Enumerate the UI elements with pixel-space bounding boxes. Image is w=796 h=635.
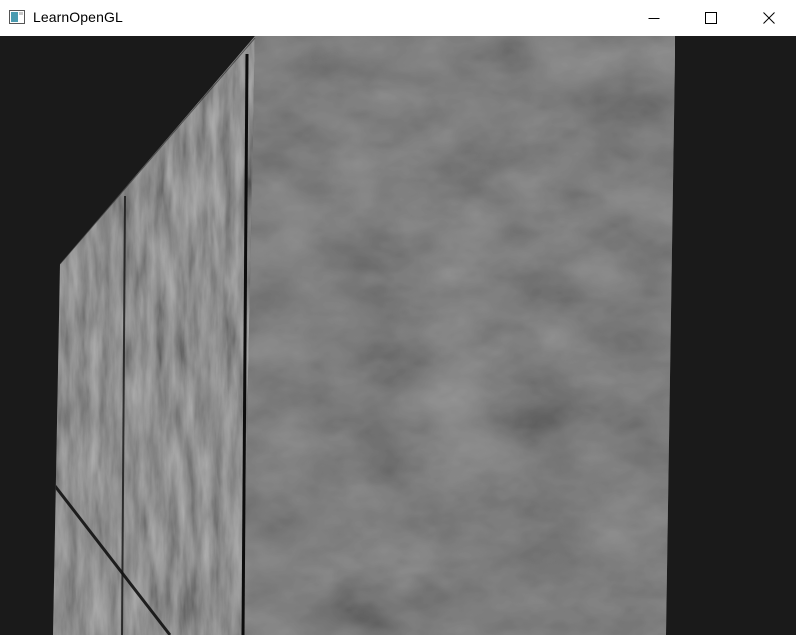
opengl-viewport[interactable] bbox=[0, 36, 796, 635]
maximize-icon bbox=[705, 12, 717, 24]
minimize-button[interactable] bbox=[625, 0, 683, 36]
opengl-window-icon bbox=[9, 10, 25, 24]
close-button[interactable] bbox=[740, 0, 796, 36]
cube-right-face bbox=[243, 36, 675, 635]
window-title: LearnOpenGL bbox=[33, 9, 123, 25]
title-bar[interactable]: LearnOpenGL bbox=[0, 0, 796, 36]
maximize-button[interactable] bbox=[682, 0, 740, 36]
close-icon bbox=[763, 12, 775, 24]
application-window: LearnOpenGL bbox=[0, 0, 796, 635]
minimize-icon bbox=[648, 18, 660, 19]
rendered-scene bbox=[0, 36, 796, 635]
